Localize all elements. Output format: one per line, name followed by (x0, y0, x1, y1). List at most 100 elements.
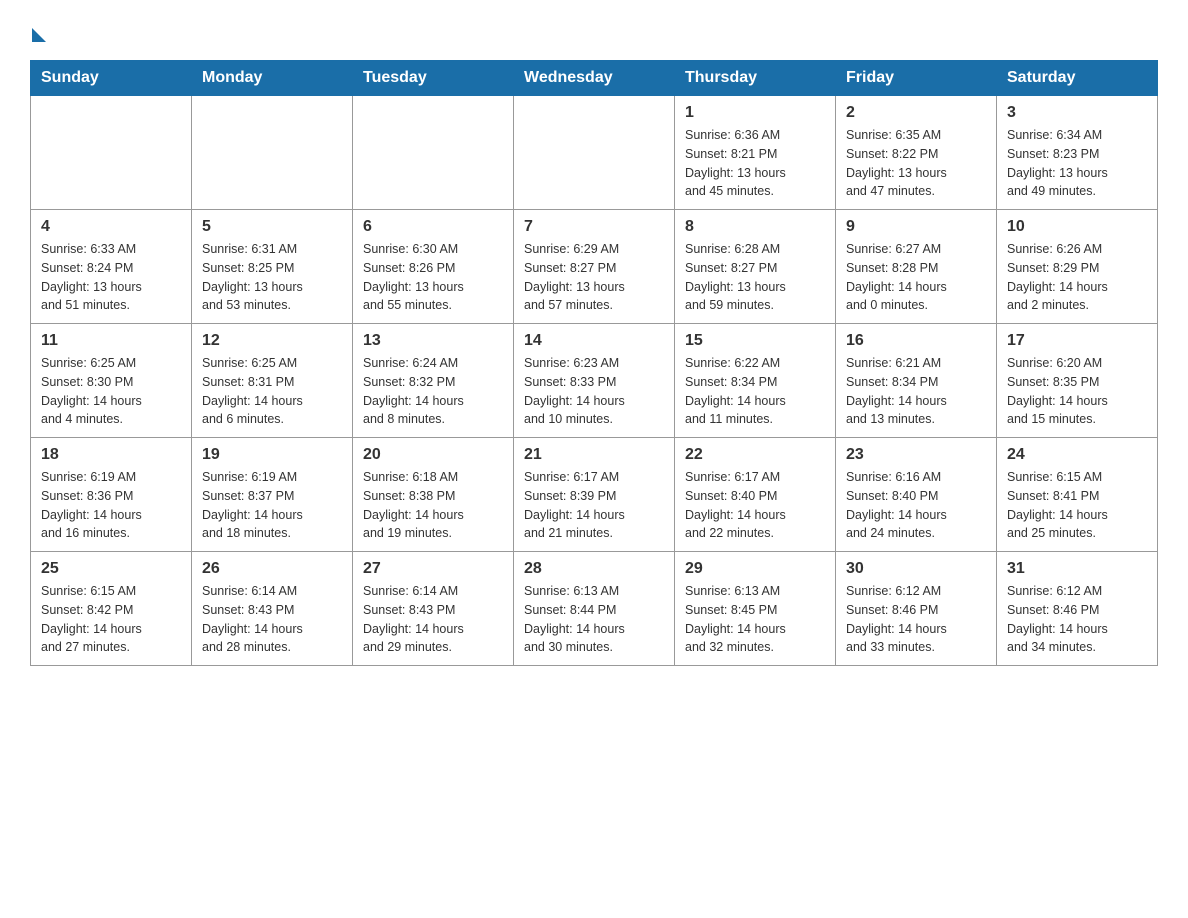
calendar-cell: 7Sunrise: 6:29 AMSunset: 8:27 PMDaylight… (514, 210, 675, 324)
calendar-cell: 9 Sunrise: 6:27 AMSunset: 8:28 PMDaylight… (836, 210, 997, 324)
day-number: 11 (41, 332, 181, 350)
day-info: Sunrise: 6:30 AMSunset: 8:26 PMDaylight:… (363, 240, 503, 315)
calendar-cell: 17 Sunrise: 6:20 AMSunset: 8:35 PMDayligh… (997, 324, 1158, 438)
day-number: 1 (685, 104, 825, 122)
calendar-cell: 8Sunrise: 6:28 AMSunset: 8:27 PMDaylight… (675, 210, 836, 324)
day-info: Sunrise: 6:12 AMSunset: 8:46 PMDaylight:… (846, 582, 986, 657)
calendar-cell: 27Sunrise: 6:14 AMSunset: 8:43 PMDayligh… (353, 552, 514, 666)
calendar-cell: 5Sunrise: 6:31 AMSunset: 8:25 PMDaylight… (192, 210, 353, 324)
day-info: Sunrise: 6:27 AMSunset: 8:28 PMDaylight:… (846, 240, 986, 315)
day-info: Sunrise: 6:14 AMSunset: 8:43 PMDaylight:… (202, 582, 342, 657)
day-of-week-header: Wednesday (514, 61, 675, 96)
calendar-cell: 13 Sunrise: 6:24 AMSunset: 8:32 PMDayligh… (353, 324, 514, 438)
day-info: Sunrise: 6:15 AMSunset: 8:42 PMDaylight:… (41, 582, 181, 657)
day-info: Sunrise: 6:21 AMSunset: 8:34 PMDaylight:… (846, 354, 986, 429)
calendar-cell: 24 Sunrise: 6:15 AMSunset: 8:41 PMDayligh… (997, 438, 1158, 552)
day-of-week-header: Tuesday (353, 61, 514, 96)
calendar-cell: 29 Sunrise: 6:13 AMSunset: 8:45 PMDayligh… (675, 552, 836, 666)
calendar-cell: 2Sunrise: 6:35 AMSunset: 8:22 PMDaylight… (836, 96, 997, 210)
calendar-cell: 20 Sunrise: 6:18 AMSunset: 8:38 PMDayligh… (353, 438, 514, 552)
calendar-cell: 14 Sunrise: 6:23 AMSunset: 8:33 PMDayligh… (514, 324, 675, 438)
day-info: Sunrise: 6:33 AMSunset: 8:24 PMDaylight:… (41, 240, 181, 315)
day-number: 24 (1007, 446, 1147, 464)
day-info: Sunrise: 6:28 AMSunset: 8:27 PMDaylight:… (685, 240, 825, 315)
day-number: 18 (41, 446, 181, 464)
day-number: 5 (202, 218, 342, 236)
day-number: 10 (1007, 218, 1147, 236)
week-row: 4 Sunrise: 6:33 AMSunset: 8:24 PMDaylight… (31, 210, 1158, 324)
calendar-cell: 26 Sunrise: 6:14 AMSunset: 8:43 PMDayligh… (192, 552, 353, 666)
calendar-header-row: SundayMondayTuesdayWednesdayThursdayFrid… (31, 61, 1158, 96)
day-number: 22 (685, 446, 825, 464)
calendar-cell: 6Sunrise: 6:30 AMSunset: 8:26 PMDaylight… (353, 210, 514, 324)
day-info: Sunrise: 6:19 AMSunset: 8:37 PMDaylight:… (202, 468, 342, 543)
day-info: Sunrise: 6:20 AMSunset: 8:35 PMDaylight:… (1007, 354, 1147, 429)
day-number: 25 (41, 560, 181, 578)
day-info: Sunrise: 6:25 AMSunset: 8:30 PMDaylight:… (41, 354, 181, 429)
day-number: 31 (1007, 560, 1147, 578)
week-row: 1 Sunrise: 6:36 AMSunset: 8:21 PMDaylight… (31, 96, 1158, 210)
day-info: Sunrise: 6:23 AMSunset: 8:33 PMDaylight:… (524, 354, 664, 429)
calendar-cell: 25 Sunrise: 6:15 AMSunset: 8:42 PMDayligh… (31, 552, 192, 666)
day-info: Sunrise: 6:18 AMSunset: 8:38 PMDaylight:… (363, 468, 503, 543)
day-info: Sunrise: 6:15 AMSunset: 8:41 PMDaylight:… (1007, 468, 1147, 543)
day-number: 12 (202, 332, 342, 350)
calendar-cell: 10 Sunrise: 6:26 AMSunset: 8:29 PMDayligh… (997, 210, 1158, 324)
calendar-cell (31, 96, 192, 210)
day-info: Sunrise: 6:17 AMSunset: 8:39 PMDaylight:… (524, 468, 664, 543)
day-of-week-header: Monday (192, 61, 353, 96)
day-number: 2 (846, 104, 986, 122)
day-number: 21 (524, 446, 664, 464)
week-row: 18Sunrise: 6:19 AMSunset: 8:36 PMDayligh… (31, 438, 1158, 552)
day-number: 20 (363, 446, 503, 464)
day-number: 26 (202, 560, 342, 578)
day-number: 27 (363, 560, 503, 578)
calendar-cell: 18Sunrise: 6:19 AMSunset: 8:36 PMDayligh… (31, 438, 192, 552)
day-number: 13 (363, 332, 503, 350)
day-number: 3 (1007, 104, 1147, 122)
day-of-week-header: Saturday (997, 61, 1158, 96)
calendar-cell (353, 96, 514, 210)
day-info: Sunrise: 6:13 AMSunset: 8:45 PMDaylight:… (685, 582, 825, 657)
calendar-cell: 30 Sunrise: 6:12 AMSunset: 8:46 PMDayligh… (836, 552, 997, 666)
calendar-cell: 31 Sunrise: 6:12 AMSunset: 8:46 PMDayligh… (997, 552, 1158, 666)
day-info: Sunrise: 6:34 AMSunset: 8:23 PMDaylight:… (1007, 126, 1147, 201)
day-number: 30 (846, 560, 986, 578)
day-number: 23 (846, 446, 986, 464)
day-number: 7 (524, 218, 664, 236)
calendar-cell: 1 Sunrise: 6:36 AMSunset: 8:21 PMDaylight… (675, 96, 836, 210)
day-number: 29 (685, 560, 825, 578)
day-info: Sunrise: 6:26 AMSunset: 8:29 PMDaylight:… (1007, 240, 1147, 315)
day-number: 17 (1007, 332, 1147, 350)
day-info: Sunrise: 6:12 AMSunset: 8:46 PMDaylight:… (1007, 582, 1147, 657)
page-header (30, 20, 1158, 40)
calendar-cell: 16Sunrise: 6:21 AMSunset: 8:34 PMDayligh… (836, 324, 997, 438)
day-number: 4 (41, 218, 181, 236)
calendar-cell: 28 Sunrise: 6:13 AMSunset: 8:44 PMDayligh… (514, 552, 675, 666)
day-info: Sunrise: 6:17 AMSunset: 8:40 PMDaylight:… (685, 468, 825, 543)
calendar-cell: 23 Sunrise: 6:16 AMSunset: 8:40 PMDayligh… (836, 438, 997, 552)
day-of-week-header: Friday (836, 61, 997, 96)
day-info: Sunrise: 6:24 AMSunset: 8:32 PMDaylight:… (363, 354, 503, 429)
week-row: 11 Sunrise: 6:25 AMSunset: 8:30 PMDayligh… (31, 324, 1158, 438)
logo-arrow-icon (32, 28, 46, 42)
day-info: Sunrise: 6:16 AMSunset: 8:40 PMDaylight:… (846, 468, 986, 543)
day-number: 28 (524, 560, 664, 578)
day-info: Sunrise: 6:22 AMSunset: 8:34 PMDaylight:… (685, 354, 825, 429)
day-of-week-header: Thursday (675, 61, 836, 96)
day-info: Sunrise: 6:13 AMSunset: 8:44 PMDaylight:… (524, 582, 664, 657)
calendar-cell: 15 Sunrise: 6:22 AMSunset: 8:34 PMDayligh… (675, 324, 836, 438)
day-number: 14 (524, 332, 664, 350)
calendar-table: SundayMondayTuesdayWednesdayThursdayFrid… (30, 60, 1158, 666)
day-number: 9 (846, 218, 986, 236)
calendar-cell: 3 Sunrise: 6:34 AMSunset: 8:23 PMDaylight… (997, 96, 1158, 210)
day-number: 15 (685, 332, 825, 350)
calendar-cell (192, 96, 353, 210)
calendar-cell: 22 Sunrise: 6:17 AMSunset: 8:40 PMDayligh… (675, 438, 836, 552)
day-info: Sunrise: 6:36 AMSunset: 8:21 PMDaylight:… (685, 126, 825, 201)
day-of-week-header: Sunday (31, 61, 192, 96)
calendar-cell: 11 Sunrise: 6:25 AMSunset: 8:30 PMDayligh… (31, 324, 192, 438)
week-row: 25 Sunrise: 6:15 AMSunset: 8:42 PMDayligh… (31, 552, 1158, 666)
calendar-cell (514, 96, 675, 210)
calendar-cell: 4 Sunrise: 6:33 AMSunset: 8:24 PMDaylight… (31, 210, 192, 324)
